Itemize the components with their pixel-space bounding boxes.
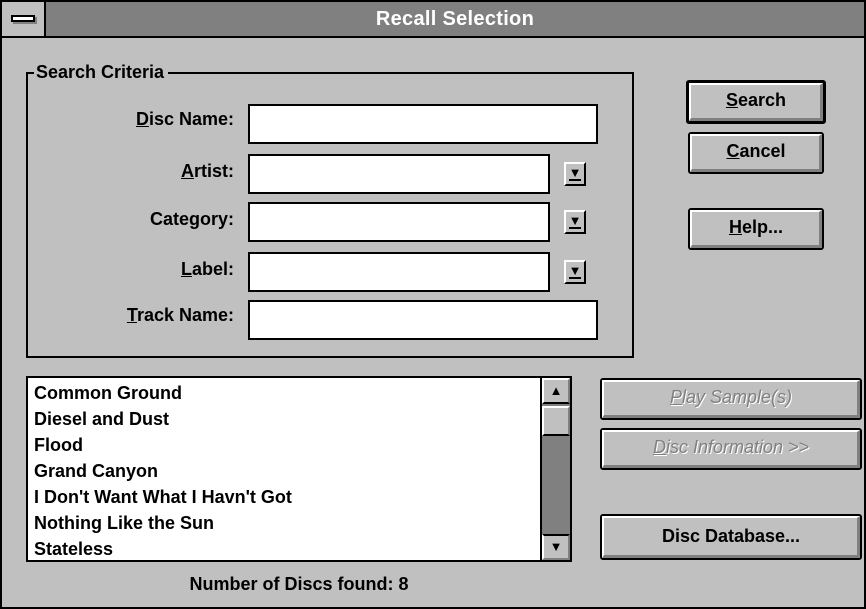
list-item[interactable]: Stateless bbox=[34, 536, 542, 560]
disc-database-button[interactable]: Disc Database... bbox=[600, 514, 862, 560]
recall-selection-dialog: Recall Selection Search Criteria Disc Na… bbox=[0, 0, 866, 609]
artist-dropdown-button[interactable]: ▼ bbox=[564, 162, 586, 186]
help-button[interactable]: Help... bbox=[688, 208, 824, 250]
category-label: Category: bbox=[149, 209, 234, 229]
list-item[interactable]: Grand Canyon bbox=[34, 458, 542, 484]
search-criteria-legend: Search Criteria bbox=[34, 62, 169, 82]
label-label: Label: bbox=[180, 259, 234, 279]
disc-results-items: Common Ground Diesel and Dust Flood Grand C… bbox=[34, 380, 542, 560]
list-vertical-scrollbar[interactable]: ▲ ▼ bbox=[540, 378, 570, 560]
list-item[interactable]: Nothing Like the Sun bbox=[34, 510, 542, 536]
discs-found-status: Number of Discs found: 8 bbox=[189, 574, 409, 594]
system-menu-icon bbox=[11, 15, 35, 22]
search-button[interactable]: Search bbox=[686, 80, 826, 124]
list-item[interactable]: I Don't Want What I Havn't Got bbox=[34, 484, 542, 510]
category-dropdown-button[interactable]: ▼ bbox=[564, 210, 586, 234]
disc-name-label: Disc Name: bbox=[135, 109, 234, 129]
disc-results-list[interactable]: Common Ground Diesel and Dust Flood Grand C… bbox=[26, 376, 572, 562]
list-item[interactable]: Flood bbox=[34, 432, 542, 458]
cancel-button[interactable]: Cancel bbox=[688, 132, 824, 174]
arrow-down-icon: ▼ bbox=[549, 539, 563, 554]
arrow-down-icon: ▼ bbox=[568, 165, 582, 181]
label-dropdown-button[interactable]: ▼ bbox=[564, 260, 586, 284]
track-name-label: Track Name: bbox=[126, 305, 234, 325]
disc-name-field[interactable] bbox=[248, 104, 598, 144]
arrow-down-icon: ▼ bbox=[568, 263, 582, 279]
play-sample-button[interactable]: Play Sample(s) bbox=[600, 378, 862, 420]
system-menu-button[interactable] bbox=[2, 2, 46, 36]
window-title: Recall Selection bbox=[375, 8, 535, 30]
list-item[interactable]: Common Ground bbox=[34, 380, 542, 406]
artist-field[interactable] bbox=[248, 154, 550, 194]
arrow-down-icon: ▼ bbox=[568, 213, 582, 229]
scroll-down-button[interactable]: ▼ bbox=[542, 534, 570, 560]
arrow-up-icon: ▲ bbox=[549, 383, 563, 398]
disc-information-button[interactable]: Disc Information >> bbox=[600, 428, 862, 470]
scroll-up-button[interactable]: ▲ bbox=[542, 378, 570, 404]
artist-label: Artist: bbox=[181, 161, 234, 181]
track-name-field[interactable] bbox=[248, 300, 598, 340]
category-field[interactable] bbox=[248, 202, 550, 242]
scroll-thumb[interactable] bbox=[542, 406, 570, 436]
label-field[interactable] bbox=[248, 252, 550, 292]
title-bar: Recall Selection bbox=[2, 2, 864, 38]
search-criteria-group: Search Criteria Disc Name: Artist: ▼ Cat… bbox=[26, 62, 634, 358]
list-item[interactable]: Diesel and Dust bbox=[34, 406, 542, 432]
